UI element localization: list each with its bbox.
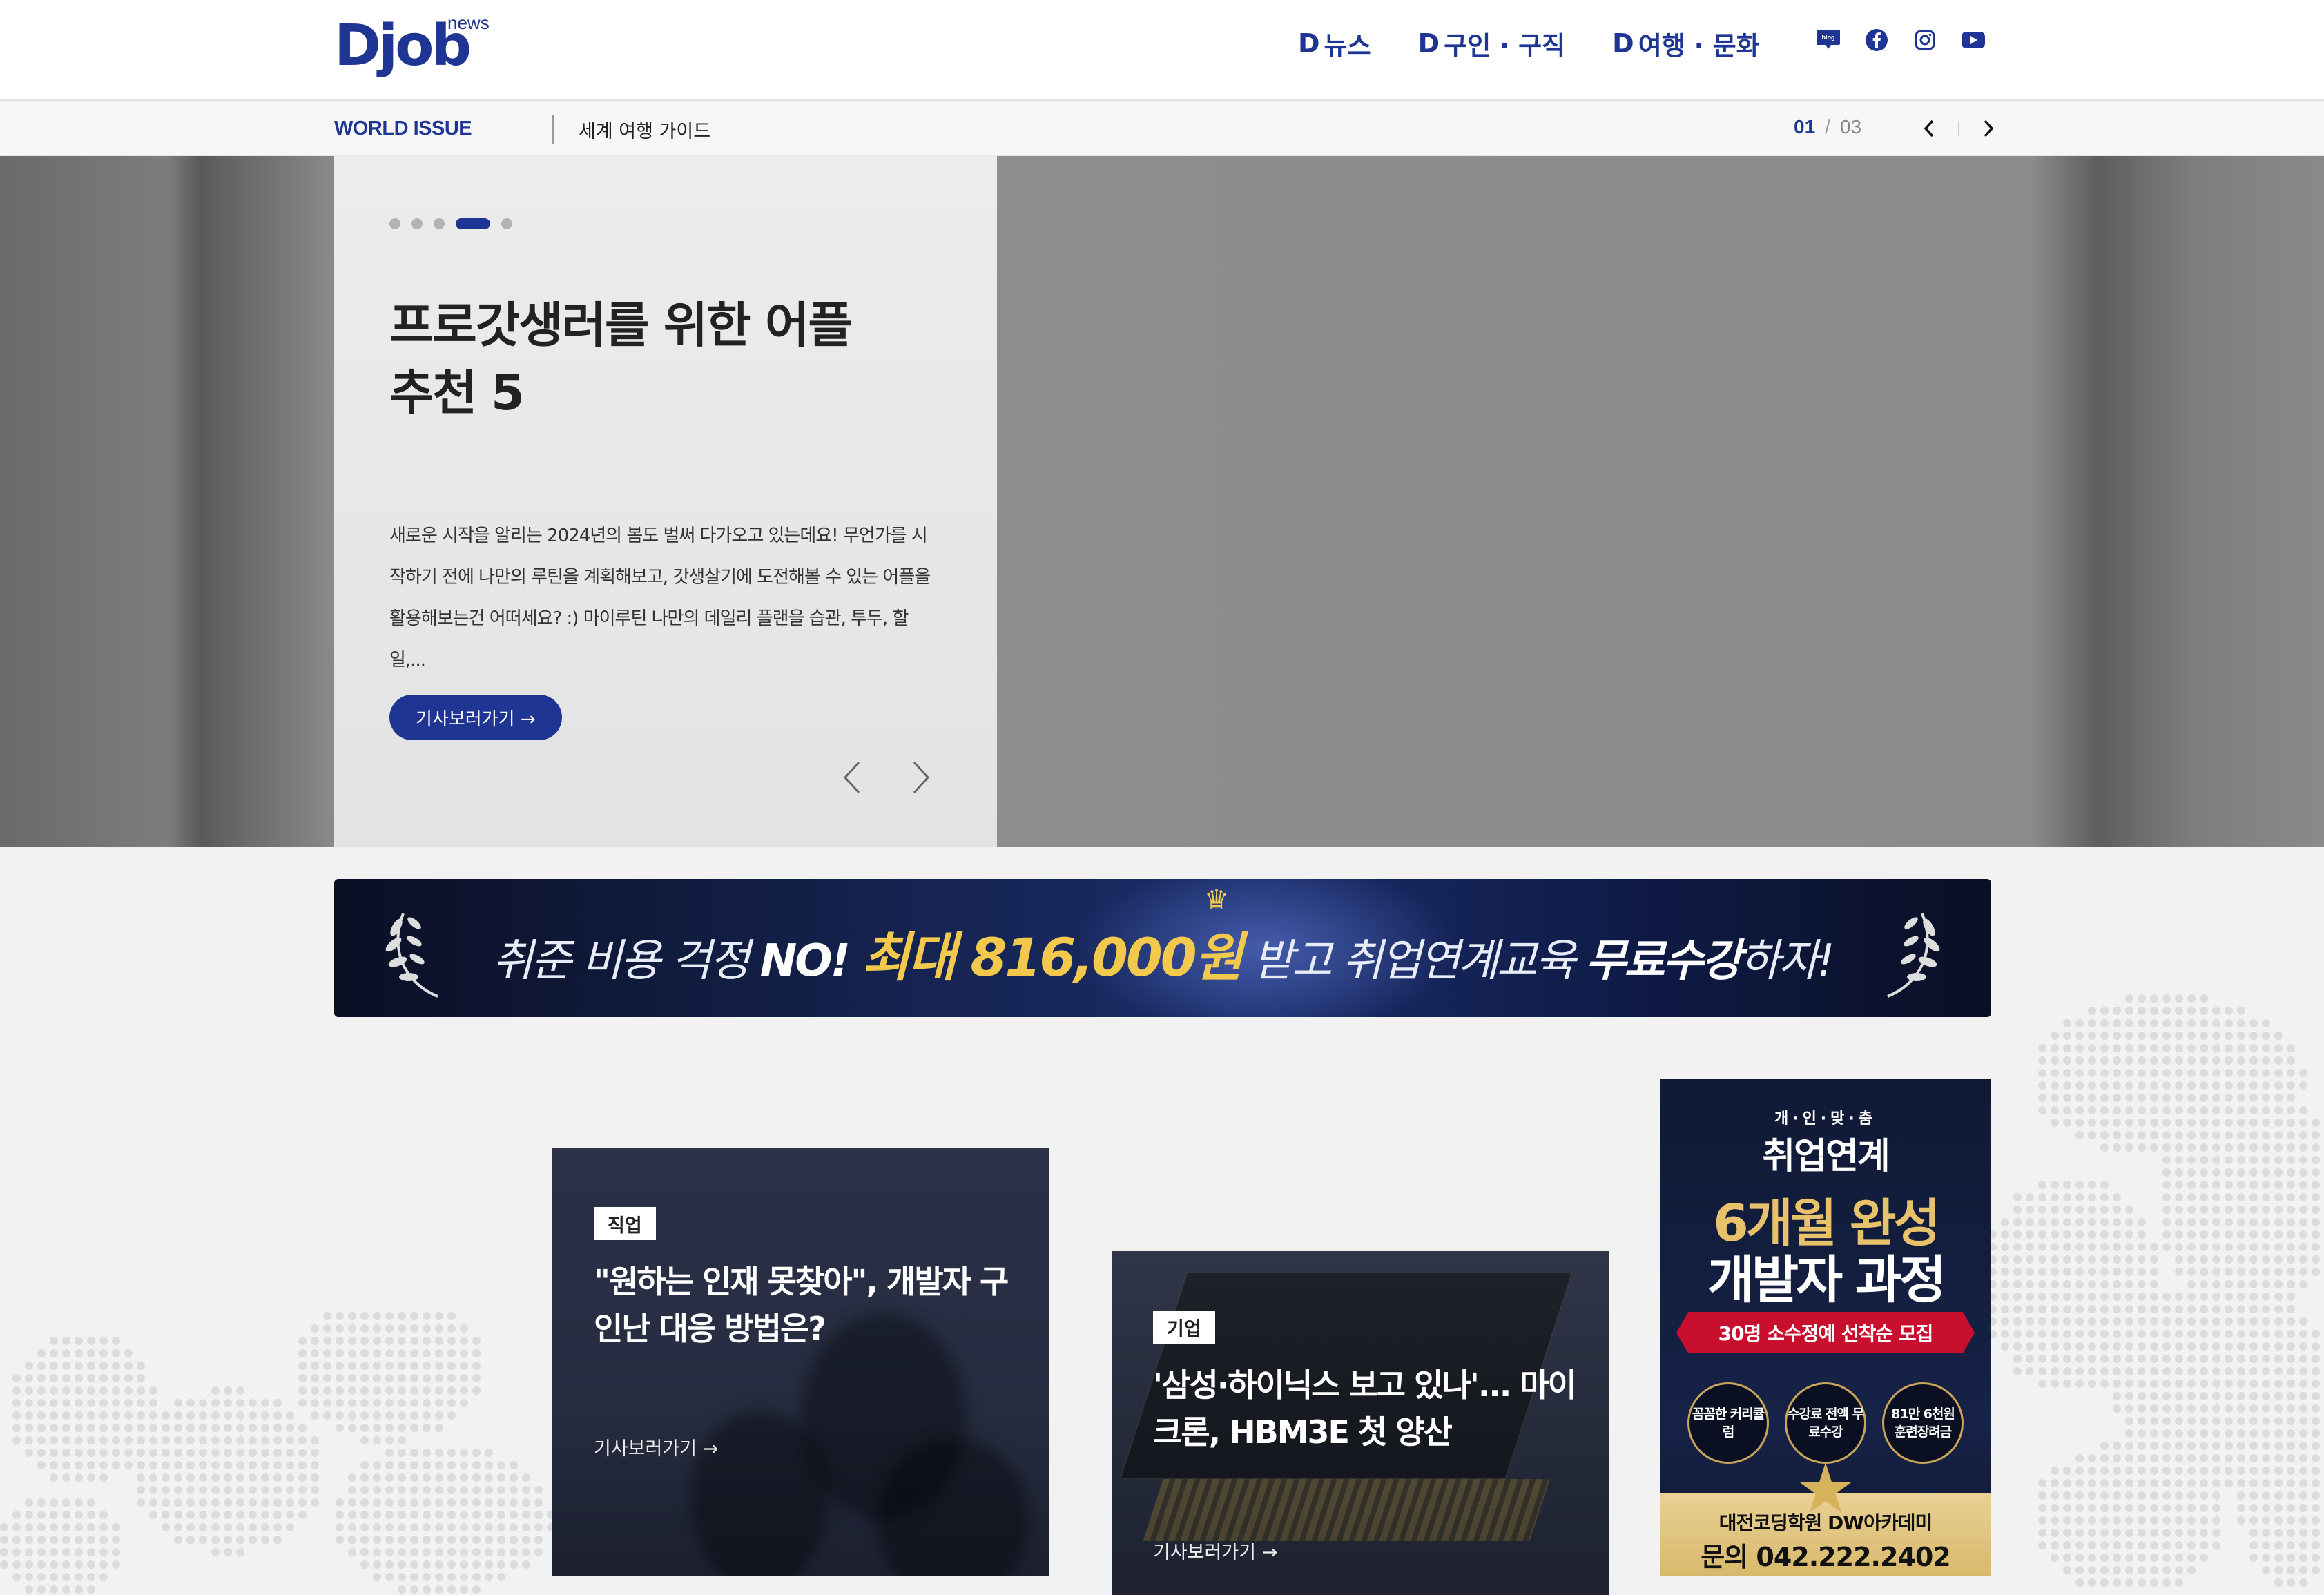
- chevron-right-icon: [913, 761, 930, 794]
- nav-item-label: 뉴스: [1324, 31, 1371, 61]
- banner-text-part: 받고 취업연계교육: [1241, 936, 1586, 987]
- blog-icon[interactable]: blog: [1816, 28, 1841, 52]
- d-mark-icon: D: [1298, 28, 1320, 59]
- ad-benefits: 꼼꼼한 커리큘럼 수강료 전액 무료수강 81만 6천원 훈련장려금: [1687, 1382, 1964, 1464]
- banner-text-part: 취준 비용 걱정: [492, 936, 760, 987]
- facebook-icon[interactable]: [1864, 28, 1889, 52]
- hero-slider-nav: [838, 757, 935, 798]
- prev-slide-button[interactable]: [838, 757, 866, 798]
- slide-dot[interactable]: [434, 218, 445, 229]
- youtube-icon[interactable]: [1961, 28, 1986, 52]
- pager-current: 01: [1794, 116, 1816, 137]
- hero-card: 프로갓생러를 위한 어플 추천 5 새로운 시작을 알리는 2024년의 봄도 …: [334, 156, 997, 847]
- nav-item-label: 구인 · 구직: [1444, 31, 1566, 61]
- divider: [552, 115, 554, 144]
- hero-title-line: 추천 5: [389, 365, 525, 421]
- nav-item-news[interactable]: D 뉴스: [1298, 25, 1371, 62]
- chevron-right-icon: [1984, 119, 1994, 137]
- nav-item-label: 여행 · 문화: [1638, 31, 1760, 61]
- world-map-decoration: [0, 1312, 552, 1594]
- hero-background: [0, 156, 334, 847]
- banner-text-part: NO!: [759, 936, 862, 987]
- slide-dot[interactable]: [456, 218, 490, 229]
- prev-issue-button[interactable]: [1915, 113, 1943, 144]
- promo-banner[interactable]: ♛ 취준 비용 걱정 NO! 최대 816,000원 받고 취업연계교육 무료수…: [334, 879, 1991, 1017]
- slide-dot[interactable]: [411, 218, 423, 229]
- d-mark-icon: D: [1612, 28, 1634, 59]
- hero-title-line: 프로갓생러를 위한 어플: [389, 297, 853, 354]
- ad-headline: 취업연계: [1762, 1136, 1890, 1177]
- issue-bar: WORLD ISSUE 세계 여행 가이드 01 / 03: [0, 102, 2324, 156]
- chevron-left-icon: [1924, 119, 1934, 137]
- next-issue-button[interactable]: [1975, 113, 2002, 144]
- ad-academy-name: 대전코딩학원 DW아카데미: [1718, 1511, 1933, 1534]
- main-nav: D 뉴스 D 구인 · 구직 D 여행 · 문화: [1298, 25, 1760, 62]
- article-card[interactable]: 직업 "원하는 인재 못찾아", 개발자 구인난 대응 방법은? 기사보러가기 …: [552, 1148, 1049, 1576]
- nav-item-travel-culture[interactable]: D 여행 · 문화: [1612, 25, 1760, 62]
- slide-dot[interactable]: [389, 218, 400, 229]
- hero-description: 새로운 시작을 알리는 2024년의 봄도 벌써 다가오고 있는데요! 무언가를…: [389, 525, 931, 670]
- world-map-decoration: [1988, 994, 2320, 1587]
- hero-title[interactable]: 프로갓생러를 위한 어플 추천 5: [389, 291, 914, 427]
- site-header: Djob news D 뉴스 D 구인 · 구직 D 여행 · 문화 blog: [0, 0, 2324, 101]
- site-logo[interactable]: Djob news: [334, 12, 514, 75]
- read-article-button[interactable]: 기사보러가기 →: [389, 695, 562, 740]
- ad-kicker: 개·인·맞·춤: [1774, 1110, 1877, 1128]
- logo-subtext: news: [447, 12, 490, 33]
- divider: [1958, 121, 1959, 136]
- hero-background-image: [997, 156, 2324, 847]
- side-ad-banner[interactable]: 개·인·맞·춤 취업연계 6개월 완성 개발자 과정 30명 소수정예 선착순 …: [1660, 1079, 1991, 1576]
- issue-title[interactable]: 세계 여행 가이드: [579, 116, 710, 143]
- pager-separator: /: [1825, 116, 1830, 137]
- article-title: '삼성·하이닉스 보고 있나'... 마이크론, HBM3E 첫 양산: [1153, 1366, 1577, 1451]
- crown-icon: ♛: [1204, 884, 1229, 916]
- chevron-left-icon: [843, 761, 860, 794]
- category-tag: 직업: [594, 1207, 656, 1240]
- issue-pager: 01 / 03: [1794, 116, 1861, 138]
- banner-text-part: 무료수강: [1585, 936, 1743, 987]
- nav-item-jobs[interactable]: D 구인 · 구직: [1418, 25, 1566, 62]
- ad-benefit-badge: 81만 6천원 훈련장려금: [1882, 1382, 1964, 1464]
- slide-indicators: [389, 218, 512, 229]
- ad-ribbon: 30명 소수정예 선착순 모집: [1676, 1312, 1975, 1353]
- article-card[interactable]: 기업 '삼성·하이닉스 보고 있나'... 마이크론, HBM3E 첫 양산 기…: [1112, 1251, 1609, 1595]
- d-mark-icon: D: [1417, 28, 1440, 59]
- instagram-icon[interactable]: [1913, 28, 1937, 52]
- article-title: "원하는 인재 못찾아", 개발자 구인난 대응 방법은?: [594, 1263, 1009, 1347]
- ad-benefit-badge: 수강료 전액 무료수강: [1785, 1382, 1866, 1464]
- read-article-link[interactable]: 기사보러가기 →: [1153, 1537, 1277, 1564]
- hero-slider: 프로갓생러를 위한 어플 추천 5 새로운 시작을 알리는 2024년의 봄도 …: [0, 156, 2324, 847]
- ad-benefit-badge: 꼼꼼한 커리큘럼: [1687, 1382, 1769, 1464]
- banner-headline: 취준 비용 걱정 NO! 최대 816,000원 받고 취업연계교육 무료수강하…: [334, 915, 1991, 991]
- pager-total: 03: [1839, 116, 1862, 137]
- next-slide-button[interactable]: [907, 757, 935, 798]
- read-article-link[interactable]: 기사보러가기 →: [594, 1433, 718, 1460]
- category-tag: 기업: [1153, 1311, 1215, 1344]
- banner-text-part: 하자!: [1740, 936, 1834, 987]
- ad-phone: 문의 042.222.2402: [1701, 1542, 1950, 1572]
- issue-category[interactable]: WORLD ISSUE: [334, 117, 472, 140]
- blog-icon-text: blog: [1822, 34, 1835, 41]
- ad-title-line: 개발자 과정: [1707, 1250, 1946, 1310]
- sns-links: blog: [1816, 28, 1986, 52]
- slide-dot[interactable]: [501, 218, 512, 229]
- pager-arrows: [1915, 113, 2002, 144]
- banner-text-highlight: 최대 816,000원: [862, 927, 1243, 988]
